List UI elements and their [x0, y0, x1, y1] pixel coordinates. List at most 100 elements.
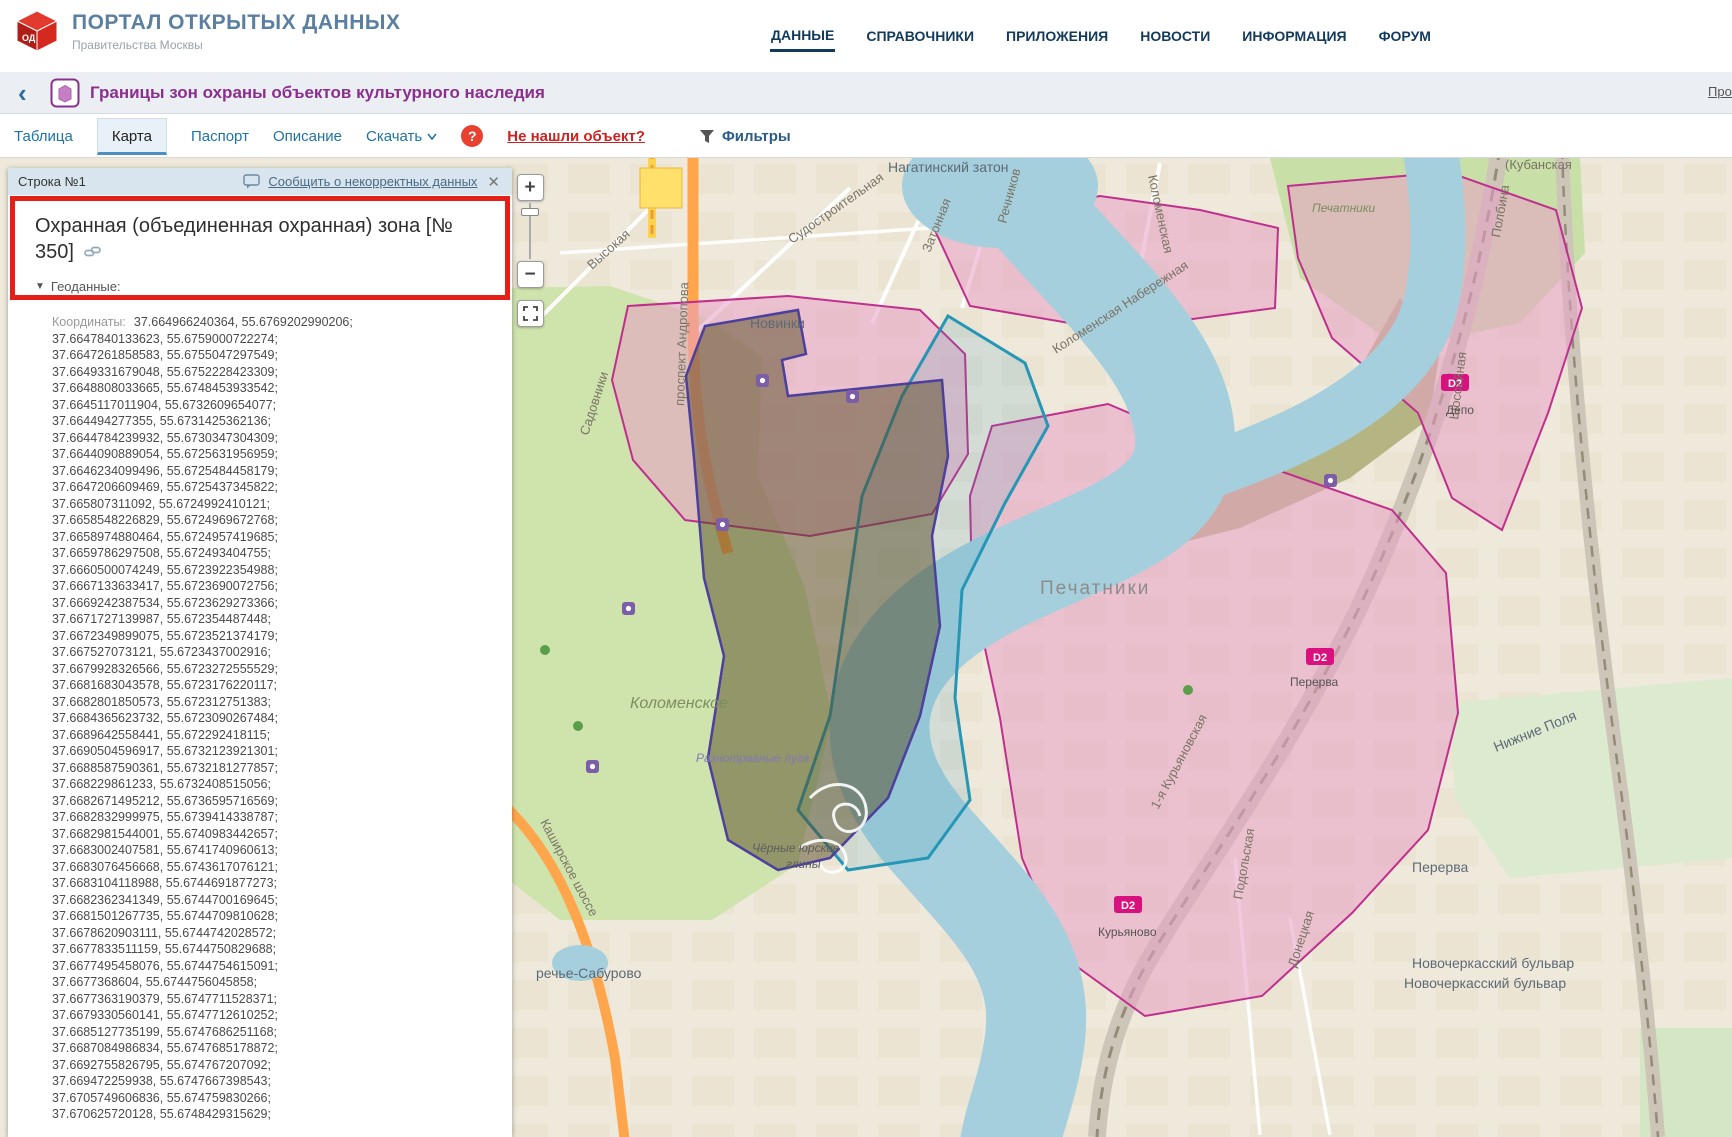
help-badge[interactable]: ? [461, 125, 483, 147]
coordinate-line: 37.6679928326566, 55.6723272555529; [52, 661, 506, 678]
coordinate-line: 37.664494277355, 55.6731425362136; [52, 413, 506, 430]
coordinate-line: 37.6678620903111, 55.6744742028572; [52, 925, 506, 942]
coordinate-line: 37.6677833511159, 55.6744750829688; [52, 941, 506, 958]
label-pechatniki-small: Печатники [1312, 201, 1376, 215]
coordinate-line: 37.6667133633417, 55.6723690072756; [52, 578, 506, 595]
coordinate-line: 37.668229861233, 55.6732408515056; [52, 776, 506, 793]
coordinate-line: 37.6681501267735, 55.6744709810628; [52, 908, 506, 925]
portal-title: ПОРТАЛ ОТКРЫТЫХ ДАННЫХ [72, 11, 400, 35]
coordinate-line: 37.6683104118988, 55.6744691877273; [52, 875, 506, 892]
coordinate-line: 37.6688587590361, 55.6732181277857; [52, 760, 506, 777]
coordinate-line: 37.6682362341349, 55.6744700169645; [52, 892, 506, 909]
map-image: D2 D2 D2 Нагатинский затон (Кубанская Вы… [500, 158, 1732, 1137]
zoom-slider-handle[interactable] [521, 208, 539, 216]
zoom-out-button[interactable]: − [517, 261, 544, 288]
coordinate-line: 37.6660500074249, 55.6723922354988; [52, 562, 506, 579]
zoom-slider[interactable] [529, 203, 531, 259]
coordinate-line: 37.6658548226829, 55.6724969672768; [52, 512, 506, 529]
report-incorrect-data-link[interactable]: Сообщить о некорректных данных [268, 174, 477, 189]
permalink-icon[interactable] [84, 245, 101, 263]
nav-item-data[interactable]: ДАННЫЕ [770, 21, 835, 52]
logo-abbr: ОД [22, 33, 36, 43]
dataset-title: Границы зон охраны объектов культурного … [90, 83, 545, 103]
map-zoom-controls: + − [516, 174, 544, 327]
label-kubanskaya: (Кубанская [1505, 158, 1572, 172]
coordinate-line: 37.6647206609469, 55.6725437345822; [52, 479, 506, 496]
dataset-map-icon [50, 78, 80, 108]
label-pererva-station: Перерва [1290, 675, 1339, 689]
coordinate-line: 37.6644090889054, 55.6725631956959; [52, 446, 506, 463]
filters-button[interactable]: Фильтры [699, 128, 791, 145]
coordinate-line: 37.6648808033665, 55.6748453933542; [52, 380, 506, 397]
d2-badge-kuryanovo: D2 [1121, 900, 1135, 912]
coordinate-line: 37.6669242387534, 55.6723629273366; [52, 595, 506, 612]
tab-map[interactable]: Карта [97, 118, 167, 155]
annotation-highlight-box: Охранная (объединенная охранная) зона [№… [10, 196, 510, 300]
coordinate-line: 37.6658974880464, 55.6724957419685; [52, 529, 506, 546]
tab-download[interactable]: Скачать [366, 128, 437, 145]
nav-item-forum[interactable]: ФОРУМ [1378, 22, 1432, 50]
label-chernye-1: Чёрные юрские [752, 841, 840, 855]
nav-item-directories[interactable]: СПРАВОЧНИКИ [865, 22, 975, 50]
funnel-icon [699, 129, 715, 144]
label-pererva-district: Перерва [1412, 859, 1468, 875]
map-canvas[interactable]: D2 D2 D2 Нагатинский затон (Кубанская Вы… [0, 158, 1732, 1137]
coordinate-line: 37.6677495458076, 55.6744754615091; [52, 958, 506, 975]
coordinate-line: 37.665807311092, 55.6724992410121; [52, 496, 506, 513]
collapse-triangle-icon[interactable]: ▼ [35, 281, 45, 292]
coordinate-line: 37.6645117011904, 55.6732609654077; [52, 397, 506, 414]
coordinate-line: 37.669472259938, 55.6747667398543; [52, 1073, 506, 1090]
geodata-label: Геоданные: [51, 279, 121, 294]
close-panel-button[interactable]: ✕ [485, 173, 502, 191]
label-novinki: Новинки [750, 315, 805, 331]
coordinate-line: 37.6682671495212, 55.6736595716569; [52, 793, 506, 810]
label-kolomenskoye: Коломенское [630, 695, 728, 712]
logo-cube-icon: ОД [14, 8, 60, 54]
coordinate-value: 37.664966240364, 55.6769202990206; [134, 315, 353, 329]
coordinate-line: 37.6646234099496, 55.6725484458179; [52, 463, 506, 480]
nav-item-news[interactable]: НОВОСТИ [1139, 22, 1211, 50]
nav-item-info[interactable]: ИНФОРМАЦИЯ [1241, 22, 1347, 50]
coordinate-line: 37.6659786297508, 55.672493404755; [52, 545, 506, 562]
portal-logo[interactable]: ОД ПОРТАЛ ОТКРЫТЫХ ДАННЫХ Правительства … [14, 8, 400, 54]
coordinate-line: 37.6689642558441, 55.672292418115; [52, 727, 506, 744]
chevron-down-icon [427, 133, 437, 140]
label-novocherkassky-2: Новочеркасский бульвар [1404, 975, 1566, 991]
not-found-link[interactable]: Не нашли объект? [507, 128, 645, 145]
download-label: Скачать [366, 128, 422, 145]
fullscreen-button[interactable] [517, 300, 544, 327]
tab-passport[interactable]: Паспорт [191, 128, 249, 145]
page-header: ОД ПОРТАЛ ОТКРЫТЫХ ДАННЫХ Правительства … [0, 0, 1732, 72]
coordinate-line: 37.6647840133623, 55.6759000722274; [52, 331, 506, 348]
coordinate-line: 37.6690504596917, 55.6732123921301; [52, 743, 506, 760]
portal-subtitle: Правительства Москвы [72, 38, 400, 52]
coordinate-line: 37.6647261858583, 55.6755047297549; [52, 347, 506, 364]
label-pechatniki-big: Печатники [1040, 578, 1150, 599]
dataset-tabs: Таблица Карта Паспорт Описание Скачать ?… [0, 115, 1732, 158]
coordinate-line: 37.6679330560141, 55.6747712610252; [52, 1007, 506, 1024]
tab-table[interactable]: Таблица [14, 128, 73, 145]
coordinate-line: 37.6687084986834, 55.6747685178872; [52, 1040, 506, 1057]
coordinate-line: 37.6681683043578, 55.6723176220117; [52, 677, 506, 694]
nav-item-apps[interactable]: ПРИЛОЖЕНИЯ [1005, 22, 1109, 50]
coordinate-line: 37.6692755826795, 55.674767207092; [52, 1057, 506, 1074]
label-raznotravnye: Разнотравные луга [696, 751, 810, 765]
view-link[interactable]: Просмотр [1708, 84, 1732, 99]
label-kuryanovo: Курьяново [1098, 925, 1157, 939]
zoom-in-button[interactable]: + [517, 174, 544, 201]
coordinate-line: 37.6685127735199, 55.6747686251168; [52, 1024, 506, 1041]
coordinates-list: 37.6647840133623, 55.6759000722274;37.66… [52, 331, 506, 1123]
dataset-bar: ‹ Границы зон охраны объектов культурног… [0, 72, 1732, 114]
coordinate-line: 37.6677363190379, 55.6747711528371; [52, 991, 506, 1008]
coordinate-line: 37.6672349899075, 55.6723521374179; [52, 628, 506, 645]
tab-description[interactable]: Описание [273, 128, 342, 145]
feature-panel-header: Строка №1 Сообщить о некорректных данных… [8, 168, 512, 195]
coordinates-label: Координаты: [52, 315, 126, 329]
coordinate-line: 37.6683076456668, 55.6743617076121; [52, 859, 506, 876]
coordinate-line: 37.6684365623732, 55.6723090267484; [52, 710, 506, 727]
coordinates-block: Координаты: 37.664966240364, 55.676920299… [8, 300, 512, 1123]
back-button[interactable]: ‹ [18, 80, 44, 106]
coordinate-line: 37.6671727139987, 55.672354487448; [52, 611, 506, 628]
label-chernye-2: глины [786, 857, 821, 871]
coordinate-line: 37.6649331679048, 55.6752228423309; [52, 364, 506, 381]
